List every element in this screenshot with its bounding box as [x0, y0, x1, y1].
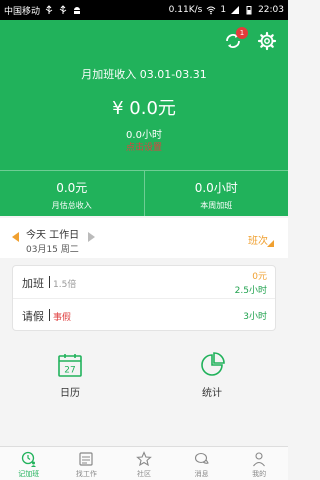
calendar-button[interactable]: 27 日历: [40, 352, 100, 399]
today-label: 今天 工作日: [26, 230, 80, 241]
leave-row[interactable]: 请假 事假 3小时: [13, 298, 275, 330]
status-bar: 中国移动 0.11K/s 1 22:03: [0, 0, 288, 20]
divider: [49, 309, 50, 321]
tab-label: 记加班: [18, 470, 40, 478]
income-header: 1 月加班收入 03.01-03.31 ¥ 0.0元 0.0小时 点击设置: [0, 20, 288, 170]
person-icon: [253, 452, 266, 467]
tab-label: 社区: [136, 470, 151, 478]
tab-record-overtime[interactable]: 记加班: [0, 447, 58, 480]
settings-button[interactable]: [256, 30, 278, 52]
leave-label: 请假: [22, 310, 44, 323]
calendar-icon: 27: [58, 354, 82, 377]
stat-label: 月估总收入: [51, 201, 92, 210]
date-label: 03月15 周二: [26, 245, 79, 255]
star-icon: [136, 451, 152, 467]
monthly-income-stat: 0.0元 月估总收入: [0, 171, 144, 216]
clock-user-icon: [21, 451, 36, 467]
usb-icon: [59, 5, 67, 14]
statistics-label: 统计: [202, 388, 222, 399]
android-icon: [74, 7, 81, 14]
network-speed: 0.11K/s: [168, 5, 203, 15]
leave-type: 事假: [53, 313, 72, 323]
notification-badge: 1: [236, 27, 248, 39]
statistics-button[interactable]: 统计: [182, 352, 242, 399]
stat-label: 本周加班: [200, 201, 233, 210]
id-card-icon: [79, 452, 93, 466]
tab-label: 找工作: [75, 470, 97, 478]
overtime-multiplier: 1.5倍: [53, 280, 77, 290]
clock: 22:03: [258, 5, 284, 15]
pie-chart-icon: [201, 352, 225, 376]
income-amount: ¥ 0.0元: [112, 98, 176, 119]
tab-community[interactable]: 社区: [115, 447, 173, 480]
next-day-arrow-icon[interactable]: [88, 232, 95, 242]
carrier-label: 中国移动: [4, 6, 41, 17]
calendar-label: 日历: [60, 388, 80, 399]
tab-find-job[interactable]: 找工作: [58, 447, 116, 480]
signal-icon: [231, 6, 240, 14]
divider: [49, 276, 50, 288]
battery-icon: [246, 6, 252, 15]
stat-value: 0.0小时: [194, 181, 238, 195]
summary-stats: 0.0元 月估总收入 0.0小时 本周加班: [0, 170, 288, 216]
prev-day-arrow-icon[interactable]: [12, 232, 19, 242]
tab-label: 我的: [252, 470, 267, 478]
calendar-day: 27: [64, 366, 75, 376]
stat-value: 0.0元: [56, 181, 88, 195]
overtime-row[interactable]: 加班 1.5倍 0元 2.5小时: [13, 266, 275, 298]
gear-icon: [257, 31, 277, 51]
tab-messages[interactable]: 消息: [173, 447, 231, 480]
tab-profile[interactable]: 我的: [230, 447, 288, 480]
wifi-icon: [206, 6, 216, 15]
shift-corner-icon: [267, 240, 274, 247]
usb-icon: [45, 5, 53, 14]
overtime-row-hours: 2.5小时: [234, 286, 267, 296]
tab-label: 消息: [194, 470, 209, 478]
overtime-hours: 0.0小时: [126, 130, 162, 141]
sync-button[interactable]: 1: [222, 27, 248, 52]
record-card: 加班 1.5倍 0元 2.5小时 请假 事假 3小时: [12, 265, 276, 331]
shift-button[interactable]: 班次: [248, 232, 268, 247]
leave-hours: 3小时: [243, 312, 267, 322]
chat-icon: [194, 452, 209, 464]
income-period: 月加班收入 03.01-03.31: [81, 68, 207, 81]
overtime-money: 0元: [252, 272, 267, 282]
date-bar: 今天 工作日 03月15 周二 班次: [0, 218, 288, 258]
sim-label: 1: [220, 5, 227, 15]
weekly-overtime-stat: 0.0小时 本周加班: [143, 171, 289, 216]
overtime-label: 加班: [22, 277, 44, 290]
bottom-tab-bar: 记加班 找工作 社区 消息 我的: [0, 446, 288, 480]
setup-link[interactable]: 点击设置: [0, 140, 288, 153]
